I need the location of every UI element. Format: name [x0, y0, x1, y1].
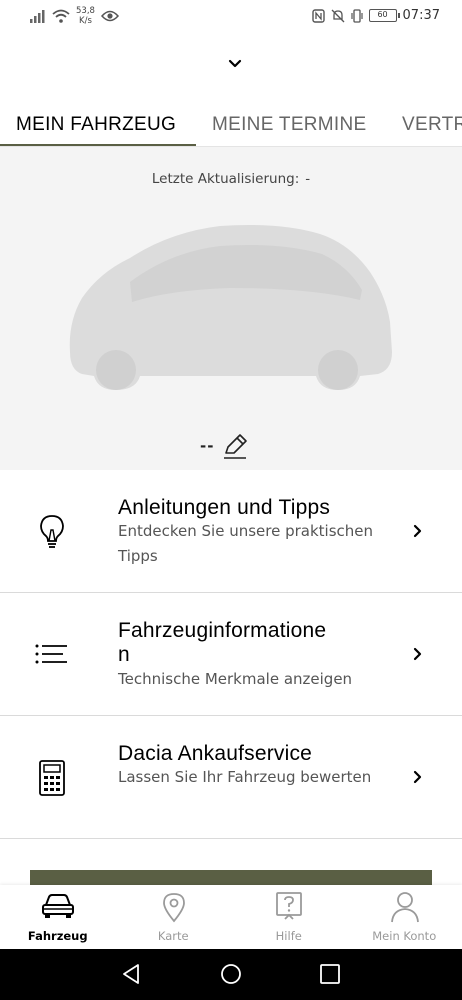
list-item-anleitungen-tipps[interactable]: Anleitungen und Tipps Entdecken Sie unse… — [0, 470, 462, 593]
vibrate-icon — [350, 8, 363, 23]
license-plate: -- — [200, 437, 215, 455]
nav-item-hilfe[interactable]: Hilfe — [231, 885, 347, 949]
nav-label: Karte — [157, 929, 189, 943]
chevron-right-icon — [413, 770, 422, 784]
last-update-label: Letzte Aktualisierung: — [151, 171, 300, 187]
tab-bar: MEIN FAHRZEUG MEINE TERMINE VERTR — [0, 108, 462, 148]
clock: 07:37 — [402, 8, 440, 23]
nav-label: Fahrzeug — [27, 929, 88, 943]
list-item-fahrzeuginformationen[interactable]: Fahrzeuginformatione n Technische Merkma… — [0, 593, 462, 716]
system-navigation-bar — [0, 949, 462, 1000]
help-icon — [276, 892, 302, 920]
nav-item-karte[interactable]: Karte — [116, 885, 232, 949]
signal-icon — [30, 10, 45, 23]
tab-vertraege[interactable]: VERTR — [402, 114, 462, 136]
tab-mein-fahrzeug[interactable]: MEIN FAHRZEUG — [16, 114, 176, 136]
chevron-down-icon[interactable] — [227, 56, 243, 72]
chevron-right-icon — [413, 524, 422, 538]
nav-label: Mein Konto — [372, 929, 437, 943]
edit-pencil-icon[interactable] — [222, 433, 248, 459]
tab-meine-termine[interactable]: MEINE TERMINE — [212, 114, 367, 136]
recents-square-icon[interactable] — [318, 962, 342, 986]
list-item-title-line1: Fahrzeuginformatione — [118, 619, 327, 642]
mute-icon — [331, 9, 344, 22]
chevron-right-icon — [413, 647, 422, 661]
vehicle-hero: Letzte Aktualisierung: - -- — [0, 147, 462, 470]
list-icon — [35, 644, 67, 664]
status-bar: 53,8 K/s 60 07:37 — [0, 0, 462, 34]
last-update: Letzte Aktualisierung: - — [0, 171, 462, 187]
calculator-icon — [39, 760, 65, 796]
list-item-subtitle: Entdecken Sie unsere praktischen Tipps — [118, 522, 374, 565]
eye-icon — [100, 10, 119, 22]
nav-item-mein-konto[interactable]: Mein Konto — [347, 885, 462, 949]
user-icon — [390, 892, 419, 923]
list-item-subtitle: Technische Merkmale anzeigen — [118, 670, 353, 688]
home-circle-icon[interactable] — [219, 962, 243, 986]
nfc-icon — [311, 8, 325, 23]
nav-label: Hilfe — [275, 929, 302, 943]
back-triangle-icon[interactable] — [119, 962, 143, 986]
wifi-icon — [52, 9, 70, 23]
list-item-title: Anleitungen und Tipps — [118, 496, 331, 519]
list-item-dacia-ankaufservice[interactable]: Dacia Ankaufservice Lassen Sie Ihr Fahrz… — [0, 716, 462, 839]
network-speed: 53,8 K/s — [76, 6, 95, 26]
battery-icon: 60 — [368, 9, 400, 22]
license-plate-row: -- — [200, 433, 248, 459]
car-silhouette-image — [69, 225, 392, 390]
lightbulb-icon — [40, 515, 64, 548]
list-item-subtitle: Lassen Sie Ihr Fahrzeug bewerten — [118, 768, 372, 786]
list-item-title: Dacia Ankaufservice — [118, 742, 313, 765]
map-pin-icon — [162, 893, 185, 923]
car-icon — [42, 894, 74, 918]
nav-item-fahrzeug[interactable]: Fahrzeug — [0, 885, 116, 949]
list-item-title-line2: n — [118, 643, 130, 666]
bottom-navigation: Fahrzeug Karte Hilfe Mein Konto — [0, 885, 462, 949]
last-update-value: - — [305, 171, 311, 187]
